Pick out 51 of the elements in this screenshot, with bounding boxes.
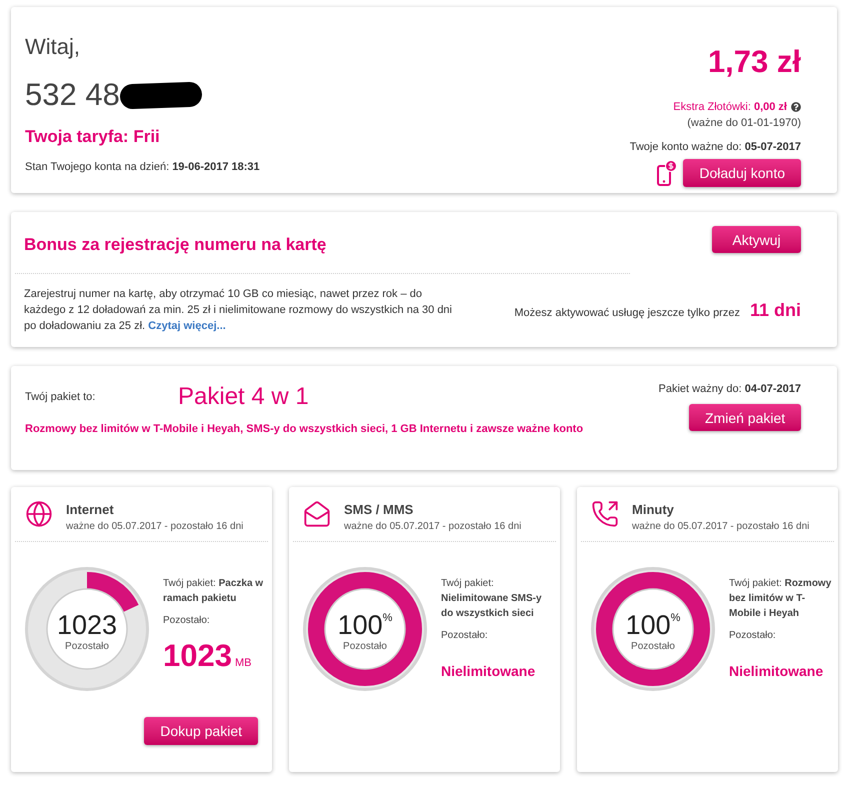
- change-package-button[interactable]: Zmień pakiet: [689, 404, 801, 431]
- gauge-value: 100: [338, 610, 383, 640]
- phone-dollar-icon: [657, 160, 678, 186]
- package-validity: Pakiet ważny do: 04-07-2017: [658, 382, 801, 396]
- remaining-unit: MB: [234, 656, 252, 670]
- balance-date: Stan Twojego konta na dzień: 19-06-2017 18:31: [25, 160, 260, 174]
- package-info: Twój pakiet: Paczka w ramach pakietu: [163, 577, 264, 606]
- extra-balance: Ekstra Złotówki: 0,00 zł: [673, 100, 787, 114]
- redaction-blob-icon: [119, 81, 202, 109]
- remaining-value: Nielimitowane: [729, 662, 824, 680]
- phone-outgoing-icon: [591, 500, 619, 528]
- account-validity: Twoje konto ważne do: 05-07-2017: [630, 140, 801, 154]
- package-info: Twój pakiet: Nielimitowane SMS-y do wszystkich sieci: [441, 577, 543, 621]
- service-title: Internet: [66, 502, 115, 518]
- phone-number: 532 48: [25, 77, 120, 113]
- read-more-link[interactable]: Czytaj więcej...: [148, 320, 226, 332]
- remaining-days-label: Możesz aktywować usługę jeszcze tylko przez: [514, 306, 740, 320]
- remaining-days: 11 dni: [750, 299, 801, 321]
- package-description: Rozmowy bez limitów w T-Mobile i Heyah, SMS-y do wszystkich sieci, 1 GB Internetu i zawsze ważne konto: [25, 422, 584, 437]
- top-up-button[interactable]: Doładuj konto: [683, 159, 801, 187]
- gauge-caption: Pozostało: [65, 640, 109, 652]
- activate-button[interactable]: Aktywuj: [712, 226, 801, 253]
- remaining-label: Pozostało:: [729, 629, 777, 643]
- service-validity: ważne do 05.07.2017 - pozostało 16 dni: [66, 520, 244, 534]
- balance-amount: 1,73 zł: [708, 45, 801, 79]
- package-name: Pakiet 4 w 1: [178, 382, 309, 412]
- gauge-caption: Pozostało: [343, 640, 387, 652]
- globe-icon: [25, 500, 53, 528]
- remaining-label: Pozostało:: [163, 614, 211, 628]
- tariff-name: Twoja taryfa: Frii: [25, 126, 161, 148]
- bonus-title: Bonus za rejestrację numeru na kartę: [24, 234, 326, 256]
- greeting-text: Witaj,: [25, 34, 81, 60]
- gauge-value: 1023: [56, 610, 118, 640]
- gauge-unit: %: [382, 612, 392, 624]
- remaining-label: Pozostało:: [441, 629, 489, 643]
- gauge-unit: %: [670, 612, 680, 624]
- package-info: Twój pakiet: Rozmowy bez limitów w T-Mobile i Heyah: [729, 577, 832, 621]
- help-icon[interactable]: [791, 102, 801, 112]
- buy-package-button[interactable]: Dokup pakiet: [144, 717, 258, 745]
- remaining-value: Nielimitowane: [441, 662, 536, 680]
- package-label: Twój pakiet to:: [25, 390, 96, 404]
- service-title: SMS / MMS: [344, 502, 414, 518]
- open-envelope-icon: [303, 500, 331, 528]
- service-validity: ważne do 05.07.2017 - pozostało 16 dni: [344, 520, 522, 534]
- service-validity: ważne do 05.07.2017 - pozostało 16 dni: [632, 520, 810, 534]
- extra-validity: (ważne do 01-01-1970): [687, 116, 801, 130]
- gauge-caption: Pozostało: [631, 640, 675, 652]
- bonus-description: Zarejestruj numer na kartę, aby otrzymać 10 GB co miesiąc, nawet przez rok – do każdego z 12 doładowań za min. 25 zł i nielimitowane rozmowy do wszystkich na 30 dni po doładowaniu za 25 zł. Czytaj więcej...: [24, 287, 453, 334]
- service-title: Minuty: [632, 502, 675, 518]
- gauge-value: 100: [626, 610, 671, 640]
- remaining-value: 1023: [163, 638, 232, 674]
